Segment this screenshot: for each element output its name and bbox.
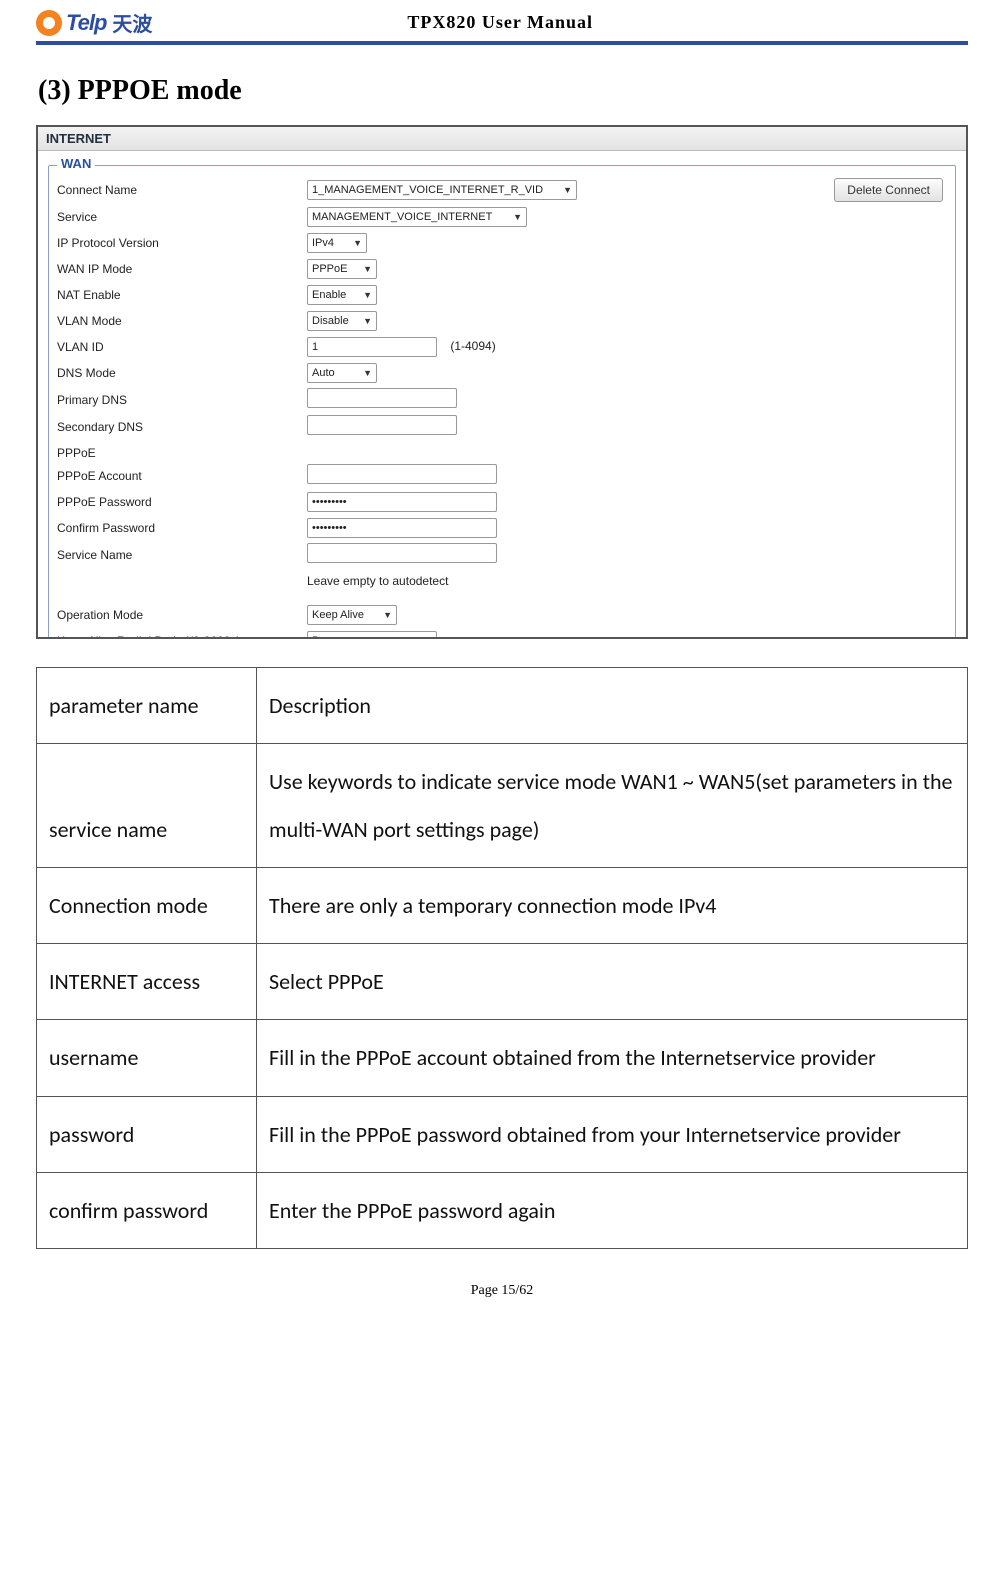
desc-cell: Enter the PPPoE password again: [257, 1173, 968, 1249]
dns-mode-label: DNS Mode: [57, 366, 307, 380]
pppoe-account-label: PPPoE Account: [57, 469, 307, 483]
pppoe-account-input[interactable]: [307, 464, 497, 484]
pppoe-password-input[interactable]: •••••••••: [307, 492, 497, 512]
service-name-hint: Leave empty to autodetect: [307, 574, 707, 588]
desc-cell: Fill in the PPPoE account obtained from …: [257, 1020, 968, 1096]
service-label: Service: [57, 210, 307, 224]
pppoe-subtitle: PPPoE: [57, 440, 947, 462]
chevron-down-icon: ▼: [353, 238, 362, 248]
chevron-down-icon: ▼: [513, 212, 522, 222]
chevron-down-icon: ▼: [363, 290, 372, 300]
document-page: Telp 天波 TPX820 User Manual (3) PPPOE mod…: [0, 0, 1004, 1319]
table-row: Connection mode There are only a tempora…: [37, 867, 968, 943]
th-param: parameter name: [37, 668, 257, 744]
chevron-down-icon: ▼: [563, 185, 572, 195]
vlan-mode-value: Disable: [312, 315, 349, 327]
wan-legend: WAN: [57, 156, 95, 171]
confirm-password-label: Confirm Password: [57, 521, 307, 535]
connect-name-label: Connect Name: [57, 183, 307, 197]
service-name-input[interactable]: [307, 543, 497, 563]
logo-text: Telp: [66, 10, 106, 36]
page-header: Telp 天波 TPX820 User Manual: [36, 0, 968, 39]
secondary-dns-label: Secondary DNS: [57, 420, 307, 434]
primary-dns-label: Primary DNS: [57, 393, 307, 407]
param-cell: password: [37, 1096, 257, 1172]
nat-select[interactable]: Enable ▼: [307, 285, 377, 305]
nat-value: Enable: [312, 289, 346, 301]
keep-alive-input[interactable]: 5: [307, 631, 437, 639]
primary-dns-input[interactable]: [307, 388, 457, 408]
service-value: MANAGEMENT_VOICE_INTERNET: [312, 211, 492, 223]
secondary-dns-input[interactable]: [307, 415, 457, 435]
header-rule: [36, 41, 968, 45]
desc-cell: Fill in the PPPoE password obtained from…: [257, 1096, 968, 1172]
wan-ip-mode-select[interactable]: PPPoE ▼: [307, 259, 377, 279]
vlan-id-range: (1-4094): [450, 339, 495, 353]
keep-alive-label: Keep Alive Redial Period(0-3600s): [57, 634, 307, 639]
chevron-down-icon: ▼: [363, 264, 372, 274]
chevron-down-icon: ▼: [363, 368, 372, 378]
dns-mode-value: Auto: [312, 367, 335, 379]
ip-proto-select[interactable]: IPv4 ▼: [307, 233, 367, 253]
vlan-id-label: VLAN ID: [57, 340, 307, 354]
chevron-down-icon: ▼: [363, 316, 372, 326]
table-row: username Fill in the PPPoE account obtai…: [37, 1020, 968, 1096]
panel-title: INTERNET: [38, 127, 966, 151]
param-cell: username: [37, 1020, 257, 1096]
table-row: confirm password Enter the PPPoE passwor…: [37, 1173, 968, 1249]
vlan-mode-label: VLAN Mode: [57, 314, 307, 328]
operation-mode-value: Keep Alive: [312, 609, 364, 621]
param-cell: confirm password: [37, 1173, 257, 1249]
ip-proto-label: IP Protocol Version: [57, 236, 307, 250]
table-row: service name Use keywords to indicate se…: [37, 744, 968, 868]
table-row: parameter name Description: [37, 668, 968, 744]
chevron-down-icon: ▼: [383, 610, 392, 620]
table-row: password Fill in the PPPoE password obta…: [37, 1096, 968, 1172]
ip-proto-value: IPv4: [312, 237, 334, 249]
wan-ip-mode-value: PPPoE: [312, 263, 347, 275]
desc-cell: Select PPPoE: [257, 944, 968, 1020]
vlan-id-input[interactable]: 1: [307, 337, 437, 357]
operation-mode-select[interactable]: Keep Alive ▼: [307, 605, 397, 625]
th-desc: Description: [257, 668, 968, 744]
section-title: (3) PPPOE mode: [38, 75, 968, 107]
param-cell: Connection mode: [37, 867, 257, 943]
logo-cn: 天波: [112, 8, 152, 37]
page-footer: Page 15/62: [36, 1283, 968, 1299]
parameter-table: parameter name Description service name …: [36, 667, 968, 1249]
nat-label: NAT Enable: [57, 288, 307, 302]
dns-mode-select[interactable]: Auto ▼: [307, 363, 377, 383]
desc-cell: There are only a temporary connection mo…: [257, 867, 968, 943]
table-row: INTERNET access Select PPPoE: [37, 944, 968, 1020]
vlan-mode-select[interactable]: Disable ▼: [307, 311, 377, 331]
wan-ip-mode-label: WAN IP Mode: [57, 262, 307, 276]
desc-cell: Use keywords to indicate service mode WA…: [257, 744, 968, 868]
brand-logo: Telp 天波: [36, 8, 152, 37]
doc-title: TPX820 User Manual: [152, 12, 848, 33]
connect-name-value: 1_MANAGEMENT_VOICE_INTERNET_R_VID: [312, 184, 543, 196]
wan-fieldset: WAN Connect Name 1_MANAGEMENT_VOICE_INTE…: [48, 165, 956, 639]
pppoe-password-label: PPPoE Password: [57, 495, 307, 509]
param-cell: service name: [37, 744, 257, 868]
logo-icon: [36, 10, 62, 36]
param-cell: INTERNET access: [37, 944, 257, 1020]
service-name-label: Service Name: [57, 548, 307, 562]
settings-screenshot: INTERNET WAN Connect Name 1_MANAGEMENT_V…: [36, 125, 968, 639]
confirm-password-input[interactable]: •••••••••: [307, 518, 497, 538]
connect-name-select[interactable]: 1_MANAGEMENT_VOICE_INTERNET_R_VID ▼: [307, 180, 577, 200]
operation-mode-label: Operation Mode: [57, 608, 307, 622]
service-select[interactable]: MANAGEMENT_VOICE_INTERNET ▼: [307, 207, 527, 227]
delete-connect-button[interactable]: Delete Connect: [834, 178, 943, 202]
